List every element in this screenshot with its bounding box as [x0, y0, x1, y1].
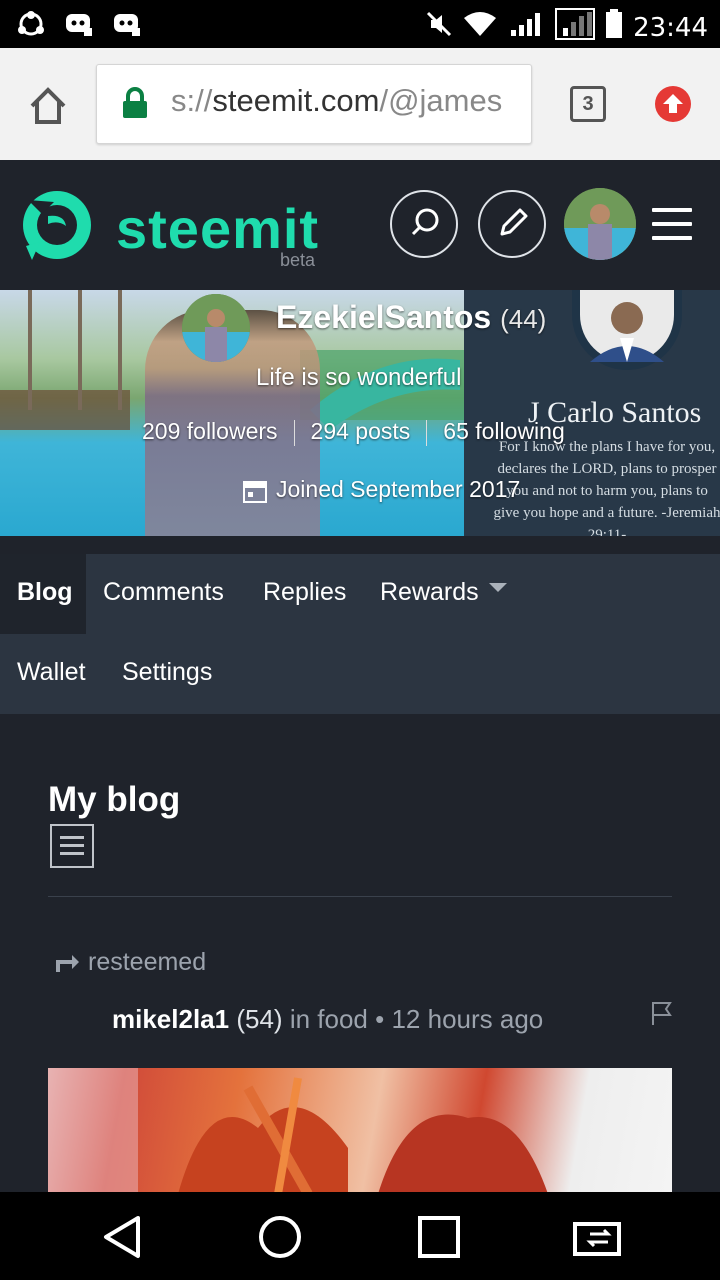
search-button[interactable] — [390, 190, 458, 258]
page-title: My blog — [48, 780, 181, 819]
tab-blog[interactable]: Blog — [0, 554, 86, 634]
tab-rewards[interactable]: Rewards — [380, 578, 507, 607]
profile-username: EzekielSantos — [276, 299, 492, 335]
site-header: steemit beta — [0, 160, 720, 290]
list-view-toggle[interactable] — [50, 824, 94, 868]
resteemed-label: resteemed — [52, 948, 206, 977]
shareit-icon — [16, 10, 46, 38]
menu-icon[interactable] — [652, 208, 692, 240]
status-bar: 23:44 — [0, 0, 720, 48]
back-icon[interactable] — [100, 1214, 146, 1260]
steemit-logo-icon[interactable] — [18, 186, 96, 264]
url-scheme: s:// — [171, 83, 213, 118]
tab-rewards-label: Rewards — [380, 578, 479, 606]
profile-cover: J Carlo Santos For I know the plans I ha… — [0, 290, 720, 536]
android-navigation-bar — [0, 1192, 720, 1280]
url-domain: steemit.com — [212, 83, 380, 118]
blog-content: My blog resteemed mikel2la1 (54) in food… — [0, 714, 720, 1194]
profile-about: Life is so wonderful — [256, 364, 462, 391]
following-link[interactable]: 65 following — [443, 418, 564, 444]
tab-switcher-button[interactable]: 3 — [570, 86, 606, 122]
chevron-down-icon — [488, 582, 507, 592]
profile-nav: Blog Comments Replies Rewards Wallet Set… — [0, 554, 720, 714]
stats-divider — [426, 419, 428, 446]
post-meta: mikel2la1 (54) in food • 12 hours ago — [112, 1004, 543, 1035]
home-icon[interactable] — [26, 84, 70, 128]
followers-link[interactable]: 209 followers — [142, 418, 278, 444]
tab-settings[interactable]: Settings — [122, 658, 212, 687]
profile-stats: 209 followers 294 posts 65 following — [142, 418, 565, 446]
recents-icon[interactable] — [416, 1214, 462, 1260]
profile-name: EzekielSantos (44) — [276, 299, 546, 336]
wifi-icon — [463, 10, 497, 45]
beta-label: beta — [280, 250, 316, 270]
post-category[interactable]: in food — [290, 1004, 368, 1034]
joined-date: Joined September 2017 — [276, 476, 521, 502]
mute-icon — [425, 10, 453, 45]
cover-verse: For I know the plans I have for you, dec… — [493, 439, 720, 536]
stats-divider — [293, 419, 295, 446]
signal-icon-2 — [555, 8, 596, 47]
new-post-button[interactable] — [478, 190, 546, 258]
divider — [48, 896, 672, 897]
browser-toolbar: s://steemit.com/@james 3 — [0, 48, 720, 160]
tab-wallet[interactable]: Wallet — [17, 658, 86, 687]
home-circle-icon[interactable] — [257, 1214, 303, 1260]
resteem-icon — [52, 952, 80, 974]
profile-avatar — [182, 294, 250, 362]
calendar-icon — [242, 478, 268, 504]
url-path: /@james — [379, 83, 503, 118]
system-status: 23:44 — [425, 8, 708, 47]
tab-comments[interactable]: Comments — [103, 578, 224, 607]
profile-joined: Joined September 2017 — [242, 476, 520, 504]
discord-icon-2 — [112, 10, 142, 38]
resteemed-text: resteemed — [88, 948, 207, 976]
user-avatar[interactable] — [564, 188, 636, 260]
url-text: s://steemit.com/@james — [171, 83, 502, 119]
battery-icon — [605, 9, 623, 46]
post-thumbnail[interactable] — [48, 1068, 672, 1194]
update-icon[interactable] — [655, 86, 691, 122]
profile-reputation: (44) — [500, 304, 547, 334]
switch-app-icon[interactable] — [572, 1214, 621, 1260]
post-author[interactable]: mikel2la1 — [112, 1004, 229, 1034]
url-bar[interactable]: s://steemit.com/@james — [96, 64, 532, 144]
posts-count: 294 posts — [310, 418, 411, 444]
cover-portrait — [572, 290, 682, 370]
lock-icon — [121, 87, 149, 119]
post-author-reputation: (54) — [236, 1004, 283, 1034]
post-time[interactable]: 12 hours ago — [391, 1004, 543, 1034]
tab-replies[interactable]: Replies — [263, 578, 346, 607]
meta-separator: • — [375, 1004, 385, 1034]
signal-icon — [507, 10, 545, 45]
discord-icon — [64, 10, 94, 38]
flag-icon[interactable] — [650, 1000, 674, 1026]
clock: 23:44 — [633, 12, 708, 43]
notification-icons — [16, 10, 142, 38]
